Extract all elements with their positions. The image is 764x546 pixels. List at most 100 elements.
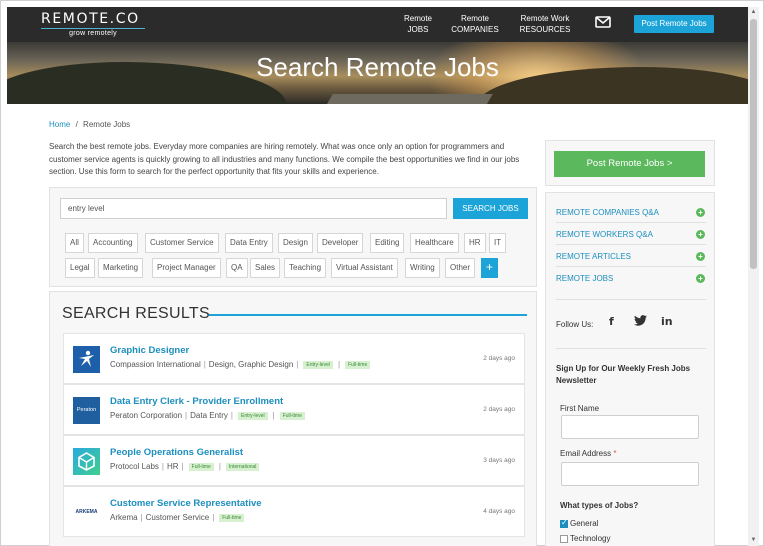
sidebar-post-panel: Post Remote Jobs > [545,140,715,186]
tag-virtual-assistant[interactable]: Virtual Assistant [331,258,398,278]
job-card[interactable]: People Operations Generalist Protocol La… [63,435,525,486]
sidebar-link-workers-qa[interactable]: REMOTE WORKERS Q&A [556,230,653,239]
plus-circle-icon[interactable]: + [696,230,705,239]
post-remote-jobs-button[interactable]: Post Remote Jobs [634,15,714,33]
peraton-logo: Peraton [73,397,100,424]
job-title[interactable]: Customer Service Representative [110,498,262,509]
breadcrumb-home[interactable]: Home [49,120,70,129]
job-pill: Full-time [219,513,245,522]
checkbox-technology[interactable]: Technology [560,534,610,543]
job-card[interactable]: Peraton Data Entry Clerk - Provider Enro… [63,384,525,435]
job-meta: Compassion International | Design, Graphic… [110,360,372,369]
scroll-down-arrow-icon[interactable]: ▼ [748,535,759,545]
search-results-panel: SEARCH RESULTS Graphic Designer Compassi… [49,291,537,546]
divider [556,299,706,300]
job-category: Data Entry [190,411,228,420]
tag-healthcare[interactable]: Healthcare [410,233,459,253]
tag-qa[interactable]: QA [226,258,248,278]
site-logo[interactable]: REMOTE.CO grow remotely [41,11,145,37]
sidebar-post-remote-jobs-button[interactable]: Post Remote Jobs > [554,151,705,177]
tag-accounting[interactable]: Accounting [88,233,138,253]
first-name-input[interactable] [561,415,699,439]
job-category: Design, Graphic Design [208,360,294,369]
tag-editing[interactable]: Editing [370,233,405,253]
job-pill: Full-time [279,411,305,420]
job-card[interactable]: ARKEMA Customer Service Representative A… [63,486,525,537]
tag-data-entry[interactable]: Data Entry [225,233,273,253]
hero-title: Search Remote Jobs [256,52,499,82]
hero-road [321,94,493,104]
job-title[interactable]: Data Entry Clerk - Provider Enrollment [110,396,283,407]
more-tags-button[interactable]: + [481,258,499,278]
logo-text: REMOTE.CO [41,11,140,27]
search-input[interactable]: entry level [60,198,447,219]
job-title[interactable]: Graphic Designer [110,345,189,356]
sidebar-link-articles[interactable]: REMOTE ARTICLES [556,252,631,261]
logo-tagline: grow remotely [69,30,117,37]
nav-remote-jobs[interactable]: Remote JOBS [397,13,439,35]
vertical-scrollbar[interactable]: ▲ ▼ [748,7,759,546]
job-category: Customer Service [145,513,210,522]
job-date: 4 days ago [483,508,515,515]
job-title[interactable]: People Operations Generalist [110,447,243,458]
nav-remote-companies[interactable]: Remote COMPANIES [449,13,501,35]
tag-hr[interactable]: HR [464,233,486,253]
nav-label-bottom: RESOURCES [519,25,571,34]
scroll-thumb[interactable] [750,19,757,269]
tag-writing[interactable]: Writing [405,258,440,278]
logo-underline [41,28,145,29]
nav-label-top: Remote [460,14,489,23]
tag-all[interactable]: All [65,233,84,253]
job-date: 2 days ago [483,355,515,362]
job-company: Protocol Labs [110,462,159,471]
checkbox-label: General [570,519,599,528]
hero-banner: Search Remote Jobs [7,42,748,104]
tag-it[interactable]: IT [489,233,507,253]
scroll-up-arrow-icon[interactable]: ▲ [748,7,759,17]
plus-circle-icon[interactable]: + [696,252,705,261]
divider [556,222,706,223]
job-company: Compassion International [110,360,201,369]
job-pill: Entry-level [303,360,333,369]
tag-legal[interactable]: Legal [65,258,95,278]
checkbox-label: Technology [570,534,611,543]
job-types-label: What types of Jobs? [560,501,639,510]
protocol-labs-logo-icon [73,448,100,475]
plus-circle-icon[interactable]: + [696,208,705,217]
job-card[interactable]: Graphic Designer Compassion Internationa… [63,333,525,384]
job-company: Arkema [110,513,138,522]
tag-customer-service[interactable]: Customer Service [145,233,219,253]
tag-marketing[interactable]: Marketing [98,258,144,278]
checkbox-general[interactable]: General [560,518,599,528]
intro-paragraph: Search the best remote jobs. Everyday mo… [49,142,520,176]
email-input[interactable] [561,462,699,486]
tag-project-manager[interactable]: Project Manager [152,258,221,278]
site-header: REMOTE.CO grow remotely Remote JOBS Remo… [7,7,748,42]
tag-other[interactable]: Other [445,258,476,278]
newsletter-title: Sign Up for Our Weekly Fresh Jobs Newsle… [556,364,691,385]
job-pill: Full-time [188,462,214,471]
nav-remote-resources[interactable]: Remote Work RESOURCES [515,13,575,35]
sidebar-link-companies-qa[interactable]: REMOTE COMPANIES Q&A [556,208,659,217]
checkbox-unchecked-icon[interactable] [560,534,568,543]
tag-sales[interactable]: Sales [250,258,281,278]
follow-us-label: Follow Us: [556,320,594,329]
facebook-icon[interactable]: f [609,315,614,328]
search-jobs-button[interactable]: SEARCH JOBS [453,198,528,219]
tag-developer[interactable]: Developer [317,233,364,253]
job-category: HR [167,462,179,471]
divider [556,348,706,349]
linkedin-icon[interactable]: in [661,315,673,328]
browser-window: REMOTE.CO grow remotely Remote JOBS Remo… [0,0,764,546]
tag-teaching[interactable]: Teaching [284,258,327,278]
nav-label-top: Remote Work [520,14,570,23]
nav-label-bottom: COMPANIES [451,25,499,34]
job-date: 3 days ago [483,457,515,464]
sidebar-link-jobs[interactable]: REMOTE JOBS [556,274,613,283]
tag-design[interactable]: Design [278,233,313,253]
checkbox-checked-icon[interactable] [560,518,568,528]
envelope-icon[interactable] [595,16,611,30]
sidebar-panel: REMOTE COMPANIES Q&A + REMOTE WORKERS Q&… [545,192,715,546]
twitter-icon[interactable] [634,315,647,329]
plus-circle-icon[interactable]: + [696,274,705,283]
